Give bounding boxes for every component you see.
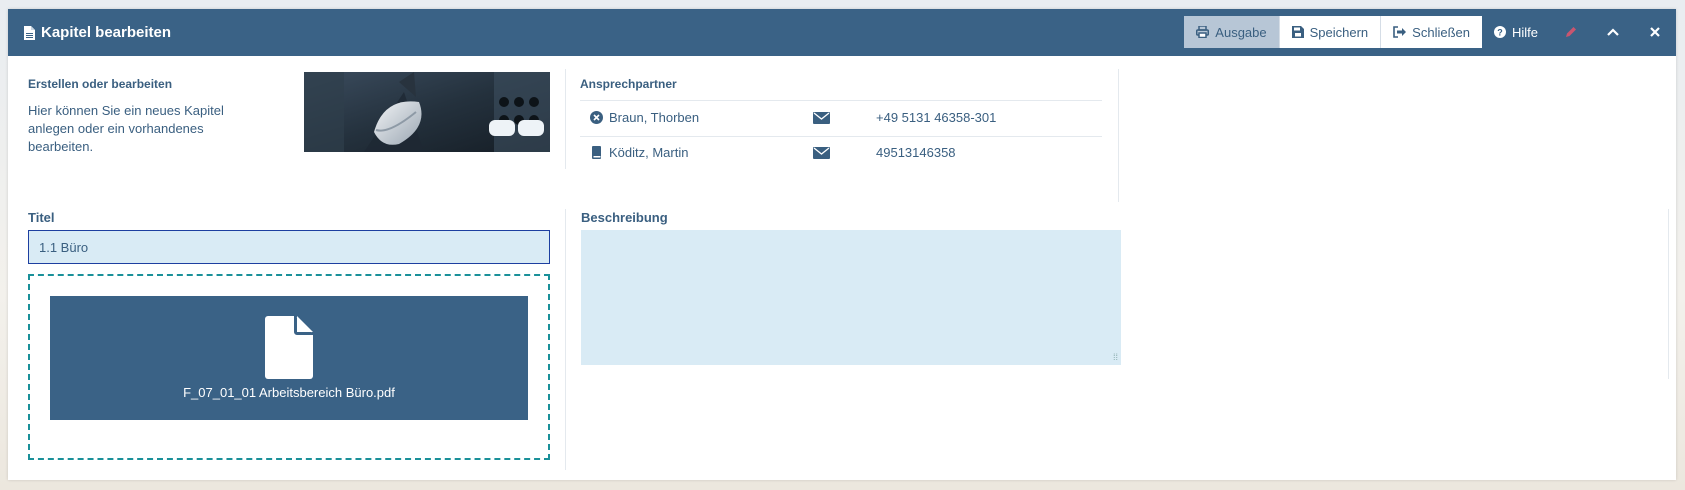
chevron-up-icon <box>1607 28 1619 36</box>
contacts-divider <box>580 100 1102 101</box>
save-button-label: Speichern <box>1309 24 1369 40</box>
floppy-disk-icon <box>1291 26 1304 38</box>
collapse-button[interactable] <box>1592 16 1634 48</box>
intro-heading: Erstellen oder bearbeiten <box>28 77 173 91</box>
file-name: F_07_01_01 Arbeitsbereich Büro.pdf <box>183 385 395 400</box>
divider <box>565 69 566 169</box>
question-circle-icon: ? <box>1493 26 1506 38</box>
contacts-divider <box>580 136 1102 137</box>
divider <box>565 209 566 470</box>
description-textarea[interactable]: ⁞⁞ <box>581 230 1121 365</box>
attached-file[interactable]: F_07_01_01 Arbeitsbereich Büro.pdf <box>50 296 528 420</box>
contact-phone: 49513146358 <box>876 145 956 160</box>
sign-out-icon <box>1393 26 1407 38</box>
window-title: Kapitel bearbeiten <box>8 24 171 41</box>
description-label: Beschreibung <box>581 210 668 225</box>
envelope-icon[interactable] <box>813 111 830 124</box>
file-icon <box>265 316 313 379</box>
intro-text: Hier können Sie ein neues Kapitel anlege… <box>28 102 224 156</box>
contact-row: Köditz, Martin 49513146358 <box>590 145 956 160</box>
window-titlebar: Kapitel bearbeiten Ausgabe Speichern Sch… <box>8 9 1676 56</box>
printer-icon <box>1196 26 1210 38</box>
help-button[interactable]: ? Hilfe <box>1482 16 1550 48</box>
contact-phone: +49 5131 46358-301 <box>876 110 997 125</box>
title-label: Titel <box>28 210 55 225</box>
contact-row: Braun, Thorben +49 5131 46358-301 <box>590 110 996 125</box>
title-input[interactable]: 1.1 Büro <box>28 230 550 264</box>
circle-x-icon <box>590 111 603 124</box>
window-toolbar: Ausgabe Speichern Schließen ? Hilfe <box>1184 16 1676 48</box>
close-button-label: Schließen <box>1412 24 1470 40</box>
divider <box>1668 209 1669 379</box>
book-icon <box>592 146 601 159</box>
save-button[interactable]: Speichern <box>1279 16 1382 48</box>
envelope-icon[interactable] <box>813 146 830 159</box>
construction-helmet-image <box>304 72 550 152</box>
contacts-heading: Ansprechpartner <box>580 77 677 91</box>
divider <box>1118 69 1119 202</box>
close-window-button[interactable] <box>1634 16 1676 48</box>
contact-name: Braun, Thorben <box>609 110 700 125</box>
file-dropzone[interactable]: F_07_01_01 Arbeitsbereich Büro.pdf <box>28 274 550 460</box>
pencil-icon <box>1566 27 1576 37</box>
output-button[interactable]: Ausgabe <box>1184 16 1280 48</box>
header-image <box>304 72 550 152</box>
output-button-label: Ausgabe <box>1215 24 1267 40</box>
edit-button[interactable] <box>1550 16 1592 48</box>
resize-grip-icon[interactable]: ⁞⁞ <box>1113 352 1118 362</box>
document-icon <box>24 25 35 40</box>
intro-text-line: bearbeiten. <box>28 139 94 154</box>
intro-text-line: anlegen oder ein vorhandenes <box>28 121 204 136</box>
edit-chapter-window: Kapitel bearbeiten Ausgabe Speichern Sch… <box>8 9 1676 480</box>
window-title-text: Kapitel bearbeiten <box>41 24 172 41</box>
contact-name: Köditz, Martin <box>609 145 689 160</box>
close-icon <box>1650 27 1660 37</box>
title-input-value: 1.1 Büro <box>39 239 89 255</box>
svg-text:?: ? <box>1497 28 1503 38</box>
help-button-label: Hilfe <box>1511 24 1538 40</box>
intro-text-line: Hier können Sie ein neues Kapitel <box>28 103 224 118</box>
close-button[interactable]: Schließen <box>1381 16 1482 48</box>
